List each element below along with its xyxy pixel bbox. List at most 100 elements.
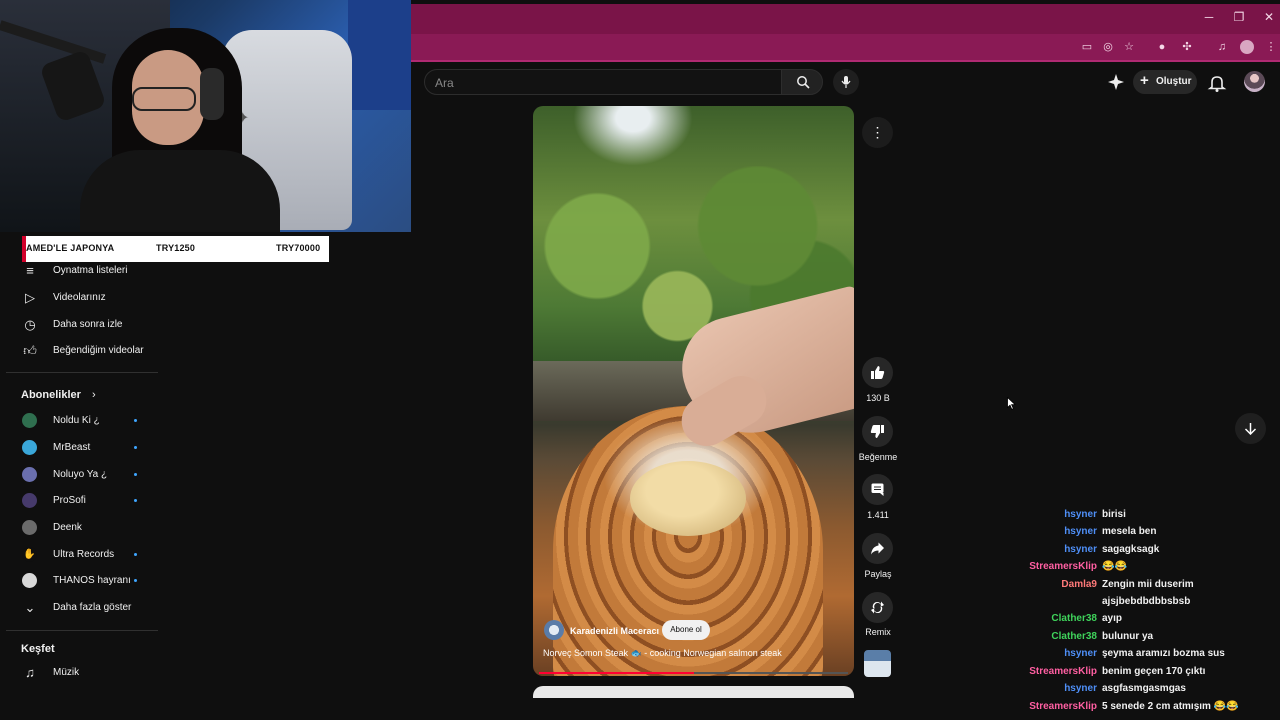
webcam-streamer-glasses — [132, 87, 196, 111]
create-button[interactable]: + Oluştur — [1133, 70, 1197, 94]
new-content-dot — [134, 419, 137, 422]
cast-icon[interactable]: ▭ — [1080, 40, 1094, 54]
sidebar-item-subscription[interactable]: THANOS hayranı — [14, 569, 164, 593]
nav-item-watch-later[interactable]: ◷ Daha sonra izle — [14, 313, 164, 337]
channel-name[interactable]: Karadenizli Maceracı — [570, 626, 659, 636]
channel-name: Noldu Ki ¿ — [53, 415, 100, 426]
channel-avatar — [22, 573, 37, 588]
chat-username: Clather38 — [1051, 631, 1097, 642]
subscriptions-title[interactable]: Abonelikler › — [21, 389, 96, 401]
channel-avatar — [22, 440, 37, 455]
chat-message: StreamersKlip 5 senede 2 cm atmışım 😂😂 — [960, 699, 1280, 716]
chevron-right-icon: › — [91, 389, 96, 401]
extensions-icon[interactable]: ✣ — [1180, 40, 1194, 54]
chat-username: hsyner — [1064, 544, 1097, 555]
new-content-dot — [134, 473, 137, 476]
chat-text: mesela ben — [1102, 526, 1157, 537]
tracking-off-icon[interactable]: ◎ — [1101, 40, 1115, 54]
screen: { "browser": { "minimize": "─", "restore… — [0, 0, 1280, 720]
chat-message: hsyner şeyma aramızı bozma sus — [960, 646, 1280, 663]
nav-item-liked-videos[interactable]: 👍︎ Beğendiğim videolar — [14, 339, 164, 363]
chat-text: ajsjbebdbdbbsbsb — [1102, 596, 1191, 607]
create-label: Oluştur — [1156, 76, 1192, 87]
nav-divider — [6, 630, 158, 631]
menu-kebab-icon[interactable]: ⋮ — [1264, 40, 1278, 54]
comments-button[interactable] — [862, 474, 893, 505]
nav-item-your-videos[interactable]: ▷ Videolarınız — [14, 286, 164, 310]
subscribe-button[interactable]: Abone ol — [662, 620, 710, 640]
chat-text: 😂😂 — [1102, 561, 1127, 572]
nav-item-label: Daha sonra izle — [53, 319, 123, 330]
chat-message: hsyner mesela ben — [960, 524, 1280, 541]
more-options-button[interactable]: ⋮ — [862, 117, 893, 148]
bookmark-star-icon[interactable]: ☆ — [1122, 40, 1136, 54]
chat-text: sagagksagk — [1102, 544, 1160, 555]
nav-divider — [6, 372, 158, 373]
like-button[interactable] — [862, 357, 893, 388]
chat-username: StreamersKlip — [1029, 701, 1097, 712]
account-avatar[interactable] — [1244, 71, 1265, 92]
sidebar-item-subscription[interactable]: Deenk — [14, 516, 164, 540]
dislike-button[interactable] — [862, 416, 893, 447]
channel-avatar — [22, 520, 37, 535]
next-short-preview[interactable] — [533, 686, 854, 698]
sidebar-item-subscription[interactable]: ProSofi — [14, 489, 164, 513]
nav-item-playlists[interactable]: ≡ Oynatma listeleri — [14, 259, 164, 283]
video-sky — [573, 106, 693, 166]
channel-avatar: ✋ — [22, 547, 37, 562]
like-count: 130 B — [866, 393, 890, 403]
chat-text: 5 senede 2 cm atmışım 😂😂 — [1102, 701, 1239, 712]
sidebar-item-subscription[interactable]: MrBeast — [14, 436, 164, 460]
arrow-down-icon — [1244, 423, 1257, 435]
chat-text: benim geçen 170 çıktı — [1102, 666, 1206, 677]
chat-username: hsyner — [1064, 509, 1097, 520]
share-button[interactable] — [862, 533, 893, 564]
mic-icon — [841, 76, 851, 88]
profile-icon[interactable] — [1240, 40, 1254, 54]
next-short-button[interactable] — [1235, 413, 1266, 444]
remix-button[interactable] — [862, 592, 893, 623]
mouse-cursor-icon — [1007, 397, 1016, 410]
search-input[interactable]: Ara — [424, 69, 782, 95]
chat-message: ajsjbebdbdbbsbsb — [960, 594, 1280, 611]
plus-icon: + — [1140, 72, 1149, 89]
restore-icon[interactable]: ❐ — [1232, 10, 1246, 24]
extension-pill-icon[interactable]: ● — [1155, 40, 1169, 54]
sidebar-item-subscription[interactable]: Noluyo Ya ¿ — [14, 463, 164, 487]
search-button[interactable] — [781, 69, 823, 95]
media-icon[interactable]: ♫ — [1215, 40, 1229, 54]
video-progress-bar[interactable] — [539, 672, 848, 674]
nav-item-label: Müzik — [53, 667, 80, 678]
short-video-player[interactable]: Karadenizli Maceracı Abone ol Norveç Som… — [533, 106, 854, 676]
watch-later-icon: ◷ — [24, 317, 36, 332]
voice-search-button[interactable] — [833, 69, 859, 95]
sidebar-item-subscription[interactable]: Noldu Ki ¿ — [14, 409, 164, 433]
donation-goal-text: AMED'LE JAPONYA — [26, 243, 115, 253]
sidebar-item-music[interactable]: ♫ Müzik — [14, 661, 164, 685]
comment-icon — [871, 483, 884, 496]
webcam-chair-logo: ✦ — [236, 110, 250, 127]
chevron-down-icon: ⌄ — [24, 600, 36, 615]
chat-username: hsyner — [1064, 683, 1097, 694]
close-icon[interactable]: ✕ — [1262, 10, 1276, 24]
bell-icon[interactable] — [1207, 73, 1227, 93]
audio-source-thumbnail[interactable] — [864, 650, 891, 677]
channel-avatar[interactable] — [544, 620, 564, 640]
sidebar-item-subscription[interactable]: ✋ Ultra Records — [14, 543, 164, 567]
remix-label: Remix — [865, 627, 891, 637]
chat-message: hsyner sagagksagk — [960, 542, 1280, 559]
chat-message: Clather38 bulunur ya — [960, 629, 1280, 646]
minimize-icon[interactable]: ─ — [1202, 10, 1216, 24]
video-title[interactable]: Norveç Somon Steak 🐟 - cooking Norwegian… — [543, 648, 782, 659]
chat-text: Zengin mii duserim — [1102, 579, 1194, 590]
chat-message: hsyner birisi — [960, 507, 1280, 524]
playlist-icon: ≡ — [26, 263, 34, 278]
chat-message: hsyner asgfasmgasmgas — [960, 681, 1280, 698]
nav-item-label: Videolarınız — [53, 292, 106, 303]
chat-message: StreamersKlip benim geçen 170 çıktı — [960, 664, 1280, 681]
chat-message: Damla9 Zengin mii duserim — [960, 577, 1280, 594]
gemini-sparkle-icon[interactable] — [1106, 72, 1126, 92]
show-more-button[interactable]: ⌄ Daha fazla göster — [14, 596, 164, 620]
webcam-streamer-body — [80, 150, 280, 232]
nav-item-label: Beğendiğim videolar — [53, 345, 144, 356]
